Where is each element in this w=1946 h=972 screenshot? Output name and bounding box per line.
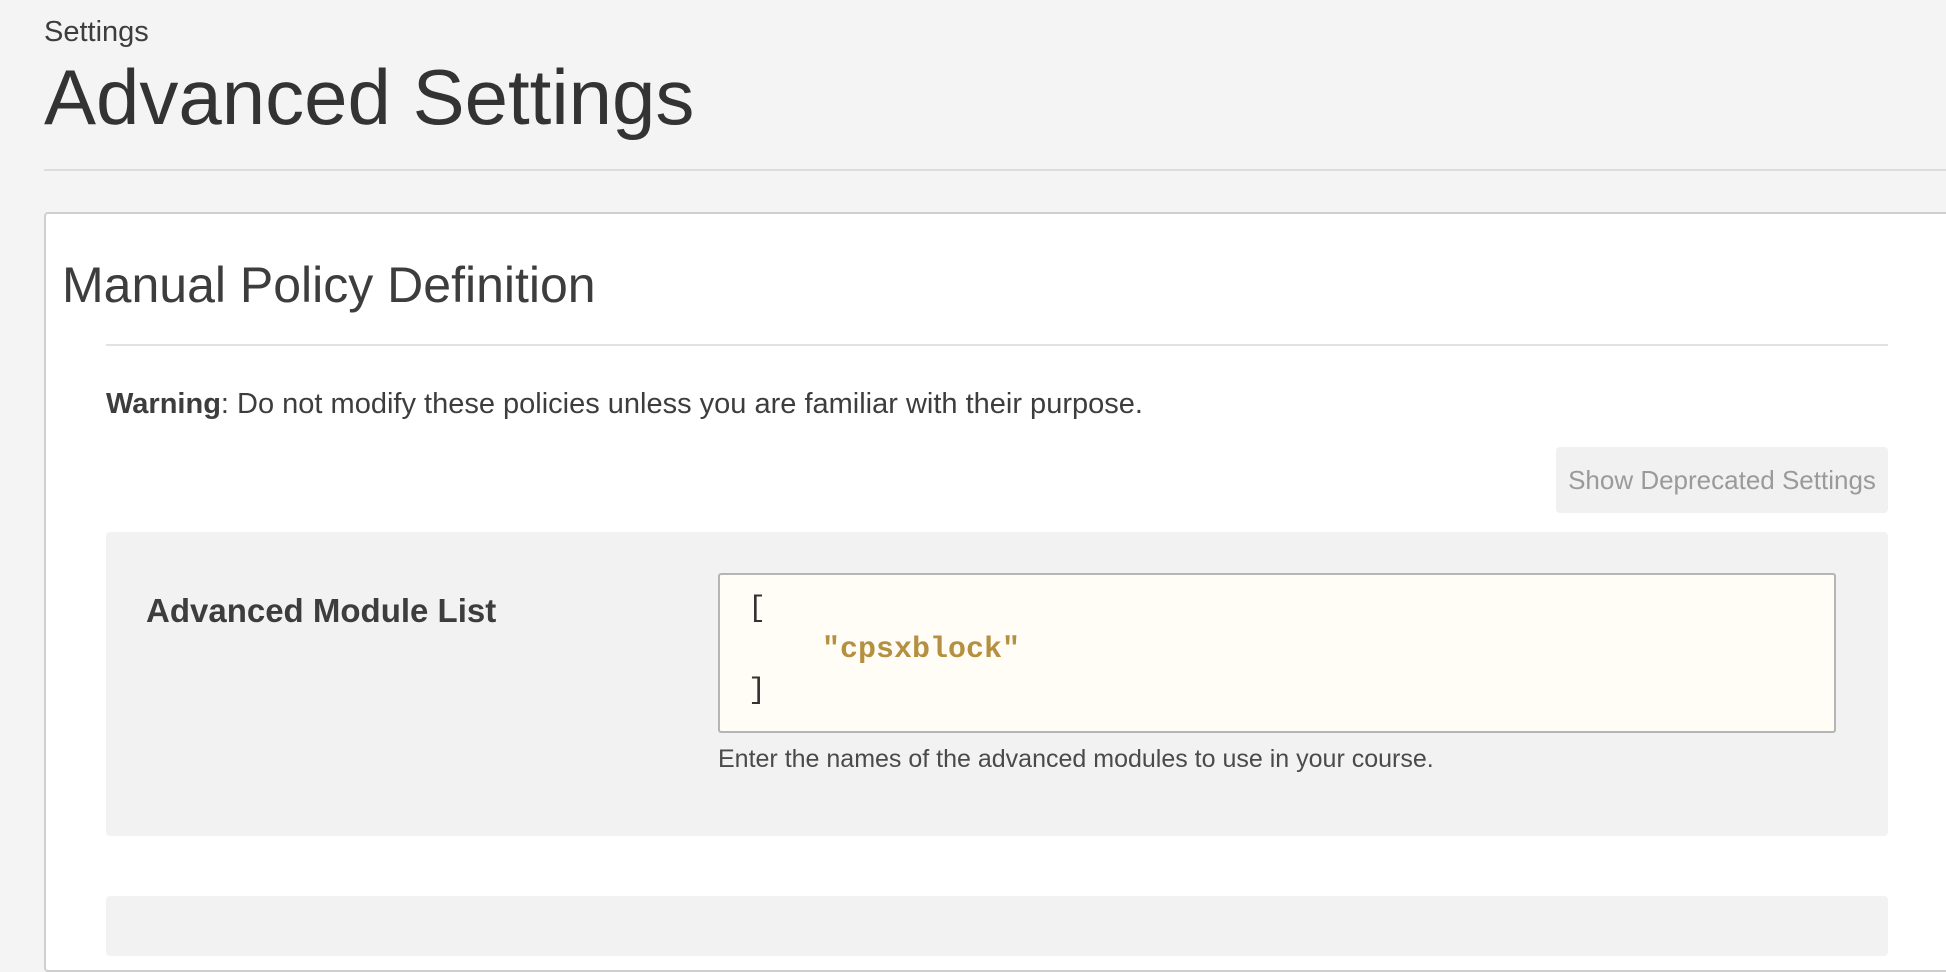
- warning-text: : Do not modify these policies unless yo…: [220, 388, 1143, 420]
- warning-label: Warning: [106, 388, 221, 420]
- header-divider: [44, 169, 1946, 171]
- code-line-open-bracket: [: [748, 592, 767, 626]
- code-line-module-name: "cpsxblock": [822, 633, 1021, 667]
- show-deprecated-settings-button[interactable]: Show Deprecated Settings: [1556, 447, 1888, 513]
- breadcrumb[interactable]: Settings: [44, 16, 149, 49]
- setting-field-label: Advanced Module List: [146, 592, 497, 629]
- setting-help-text: Enter the names of the advanced modules …: [718, 745, 1434, 773]
- next-setting-field-panel: [106, 896, 1888, 956]
- section-title: Manual Policy Definition: [62, 257, 596, 313]
- warning-message: Warning: Do not modify these policies un…: [106, 388, 1143, 421]
- code-line-close-bracket: ]: [748, 674, 767, 708]
- page-title: Advanced Settings: [44, 53, 695, 141]
- section-divider: [106, 344, 1888, 346]
- setting-value-editor[interactable]: [ "cpsxblock" ]: [718, 573, 1836, 733]
